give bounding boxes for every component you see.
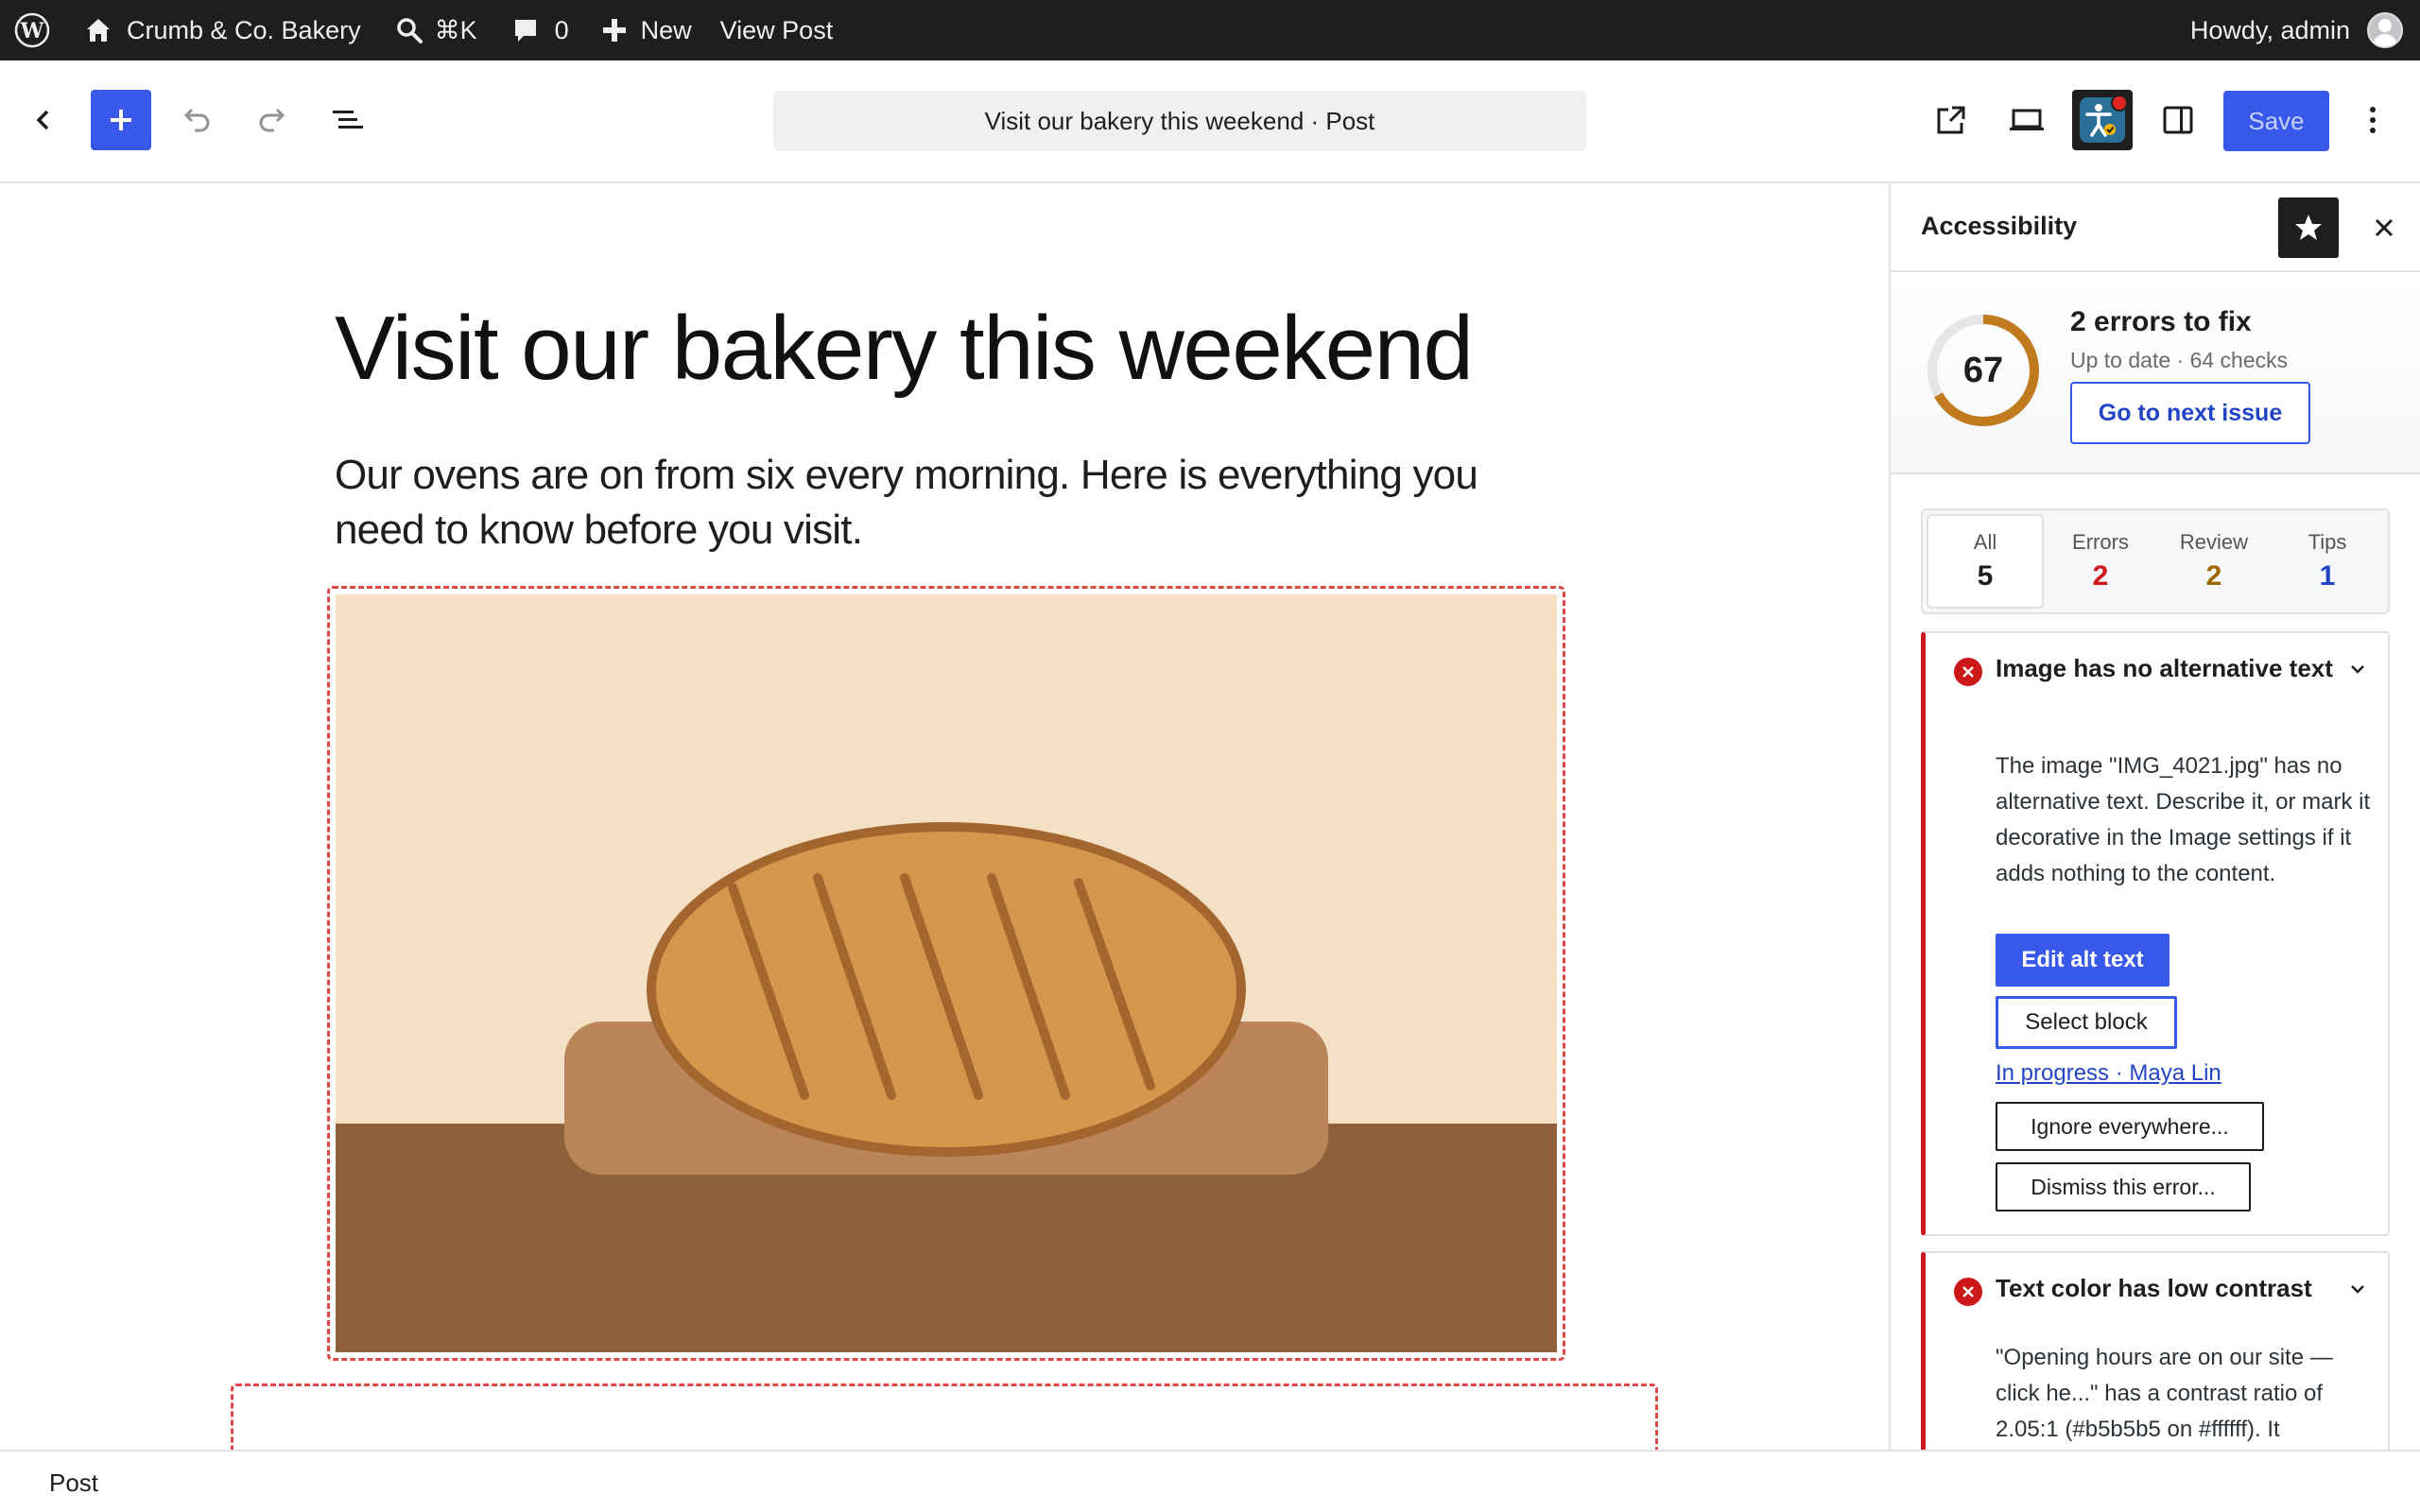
- post-title[interactable]: Visit our bakery this weekend: [335, 297, 1474, 401]
- issue-card-low-contrast: Text color has low contrast "Opening hou…: [1921, 1251, 2390, 1450]
- pin-sidebar-button[interactable]: [2278, 198, 2339, 258]
- ignore-everywhere-button[interactable]: Ignore everywhere...: [1996, 1102, 2264, 1151]
- sidebar-header: Accessibility: [1891, 183, 2420, 272]
- tab-all[interactable]: All 5: [1927, 514, 2044, 609]
- svg-text:W: W: [20, 19, 44, 43]
- star-icon: [2295, 215, 2322, 240]
- issue-description: "Opening hours are on our site — click h…: [1996, 1345, 2333, 1442]
- post-lead-paragraph[interactable]: Our ovens are on from six every morning.…: [335, 448, 1564, 558]
- editor-header: Visit our bakery this weekend · Post Sav…: [0, 60, 2420, 183]
- tab-label: All: [1973, 530, 1997, 554]
- collapse-issue-button[interactable]: [2346, 658, 2369, 685]
- dismiss-error-button[interactable]: Dismiss this error...: [1996, 1162, 2251, 1211]
- chevron-left-icon: [36, 110, 49, 130]
- issue-description: The image "IMG_4021.jpg" has no alternat…: [1996, 753, 2371, 886]
- tab-tips[interactable]: Tips 1: [2271, 514, 2384, 609]
- errors-summary-title: 2 errors to fix: [2070, 306, 2252, 337]
- site-name: Crumb & Co. Bakery: [127, 15, 361, 44]
- sidebar-icon: [2163, 106, 2193, 134]
- search-icon: [396, 18, 423, 43]
- tab-label: Review: [2179, 530, 2249, 554]
- greeting: Howdy, admin: [2189, 15, 2350, 44]
- new-content-menu[interactable]: New: [601, 0, 692, 60]
- tab-count: 2: [2092, 560, 2109, 592]
- tab-count: 2: [2205, 560, 2222, 592]
- avatar: [2367, 12, 2403, 48]
- tab-count: 5: [1977, 560, 1994, 592]
- tab-count: 1: [2319, 560, 2336, 592]
- issue-filter-tabs: All 5 Errors 2 Review 2 Tips 1: [1921, 508, 2390, 614]
- back-button[interactable]: [13, 90, 74, 150]
- tab-label: Tips: [2308, 530, 2347, 554]
- score-summary: 67 2 errors to fix Up to date · 64 check…: [1891, 272, 2420, 474]
- search-shortcut: ⌘K: [434, 15, 477, 44]
- tab-errors[interactable]: Errors 2: [2044, 514, 2157, 609]
- undo-icon: [183, 108, 210, 132]
- issue-title: Text color has low contrast: [1996, 1274, 2312, 1302]
- site-home-link[interactable]: Crumb & Co. Bakery: [83, 0, 361, 60]
- view-post-button[interactable]: [1921, 90, 1981, 150]
- issue-card-missing-alt: Image has no alternative text The image …: [1921, 631, 2390, 1236]
- document-overview-button[interactable]: [318, 90, 378, 150]
- go-to-next-issue-button[interactable]: Go to next issue: [2070, 382, 2310, 444]
- chevron-down-icon: [2351, 1285, 2364, 1294]
- breadcrumb[interactable]: Post: [49, 1469, 98, 1498]
- options-menu-button[interactable]: [2342, 90, 2403, 150]
- view-post-label: View Post: [719, 15, 834, 44]
- tab-review[interactable]: Review 2: [2157, 514, 2271, 609]
- redo-icon: [259, 108, 285, 132]
- desktop-icon: [2010, 109, 2044, 130]
- save-button[interactable]: Save: [2223, 91, 2329, 151]
- wordpress-logo-icon[interactable]: W: [2, 0, 62, 60]
- document-title: Visit our bakery this weekend · Post: [984, 106, 1375, 135]
- collapse-issue-button[interactable]: [2346, 1278, 2369, 1305]
- tab-label: Errors: [2072, 530, 2129, 554]
- editor-footer: Post: [0, 1450, 2420, 1512]
- issue-title: Image has no alternative text: [1996, 654, 2333, 682]
- document-title-bar[interactable]: Visit our bakery this weekend · Post: [773, 91, 1586, 151]
- sidebar-title: Accessibility: [1921, 212, 2078, 240]
- view-post-link[interactable]: View Post: [720, 0, 834, 60]
- plus-icon: [602, 19, 626, 42]
- new-label: New: [640, 15, 692, 44]
- score-value: 67: [1962, 350, 2004, 390]
- comments-link[interactable]: 0: [511, 0, 569, 60]
- checks-status: Up to date · 64 checks: [2070, 348, 2289, 372]
- preview-device-button[interactable]: [1996, 90, 2057, 150]
- editor-canvas: Visit our bakery this weekend Our ovens …: [0, 183, 1889, 1450]
- undo-button[interactable]: [166, 90, 227, 150]
- external-link-icon: [1937, 106, 1965, 134]
- chevron-down-icon: [2351, 665, 2364, 674]
- accessibility-icon: [2080, 94, 2128, 143]
- accessibility-sidebar: Accessibility 67 2 errors to fix Up to d…: [1889, 183, 2420, 1450]
- error-icon: [1954, 658, 1982, 686]
- settings-sidebar-toggle[interactable]: [2148, 90, 2208, 150]
- select-block-button[interactable]: Select block: [1996, 996, 2177, 1049]
- account-menu[interactable]: Howdy, admin: [2190, 0, 2403, 60]
- edit-alt-text-button[interactable]: Edit alt text: [1996, 934, 2169, 987]
- comments-count: 0: [554, 15, 569, 44]
- redo-button[interactable]: [242, 90, 302, 150]
- close-sidebar-button[interactable]: [2354, 198, 2414, 258]
- accessibility-checker-button[interactable]: [2072, 90, 2133, 150]
- comment-icon: [514, 20, 536, 42]
- home-icon: [87, 19, 110, 42]
- error-icon: [1954, 1278, 1982, 1306]
- paragraph-block-flagged[interactable]: [231, 1383, 1658, 1450]
- block-inserter-button[interactable]: [91, 90, 151, 150]
- list-view-icon: [333, 111, 363, 129]
- admin-bar: W Crumb & Co. Bakery ⌘K 0 New View Post …: [0, 0, 2420, 60]
- more-vertical-icon: [2370, 107, 2376, 133]
- issue-status-link[interactable]: In progress · Maya Lin: [1996, 1060, 2221, 1087]
- bread-illustration: [336, 594, 1557, 1352]
- plus-icon: [111, 110, 131, 130]
- close-icon: [2375, 218, 2394, 237]
- command-search[interactable]: ⌘K: [395, 0, 477, 60]
- image-block[interactable]: [327, 586, 1565, 1361]
